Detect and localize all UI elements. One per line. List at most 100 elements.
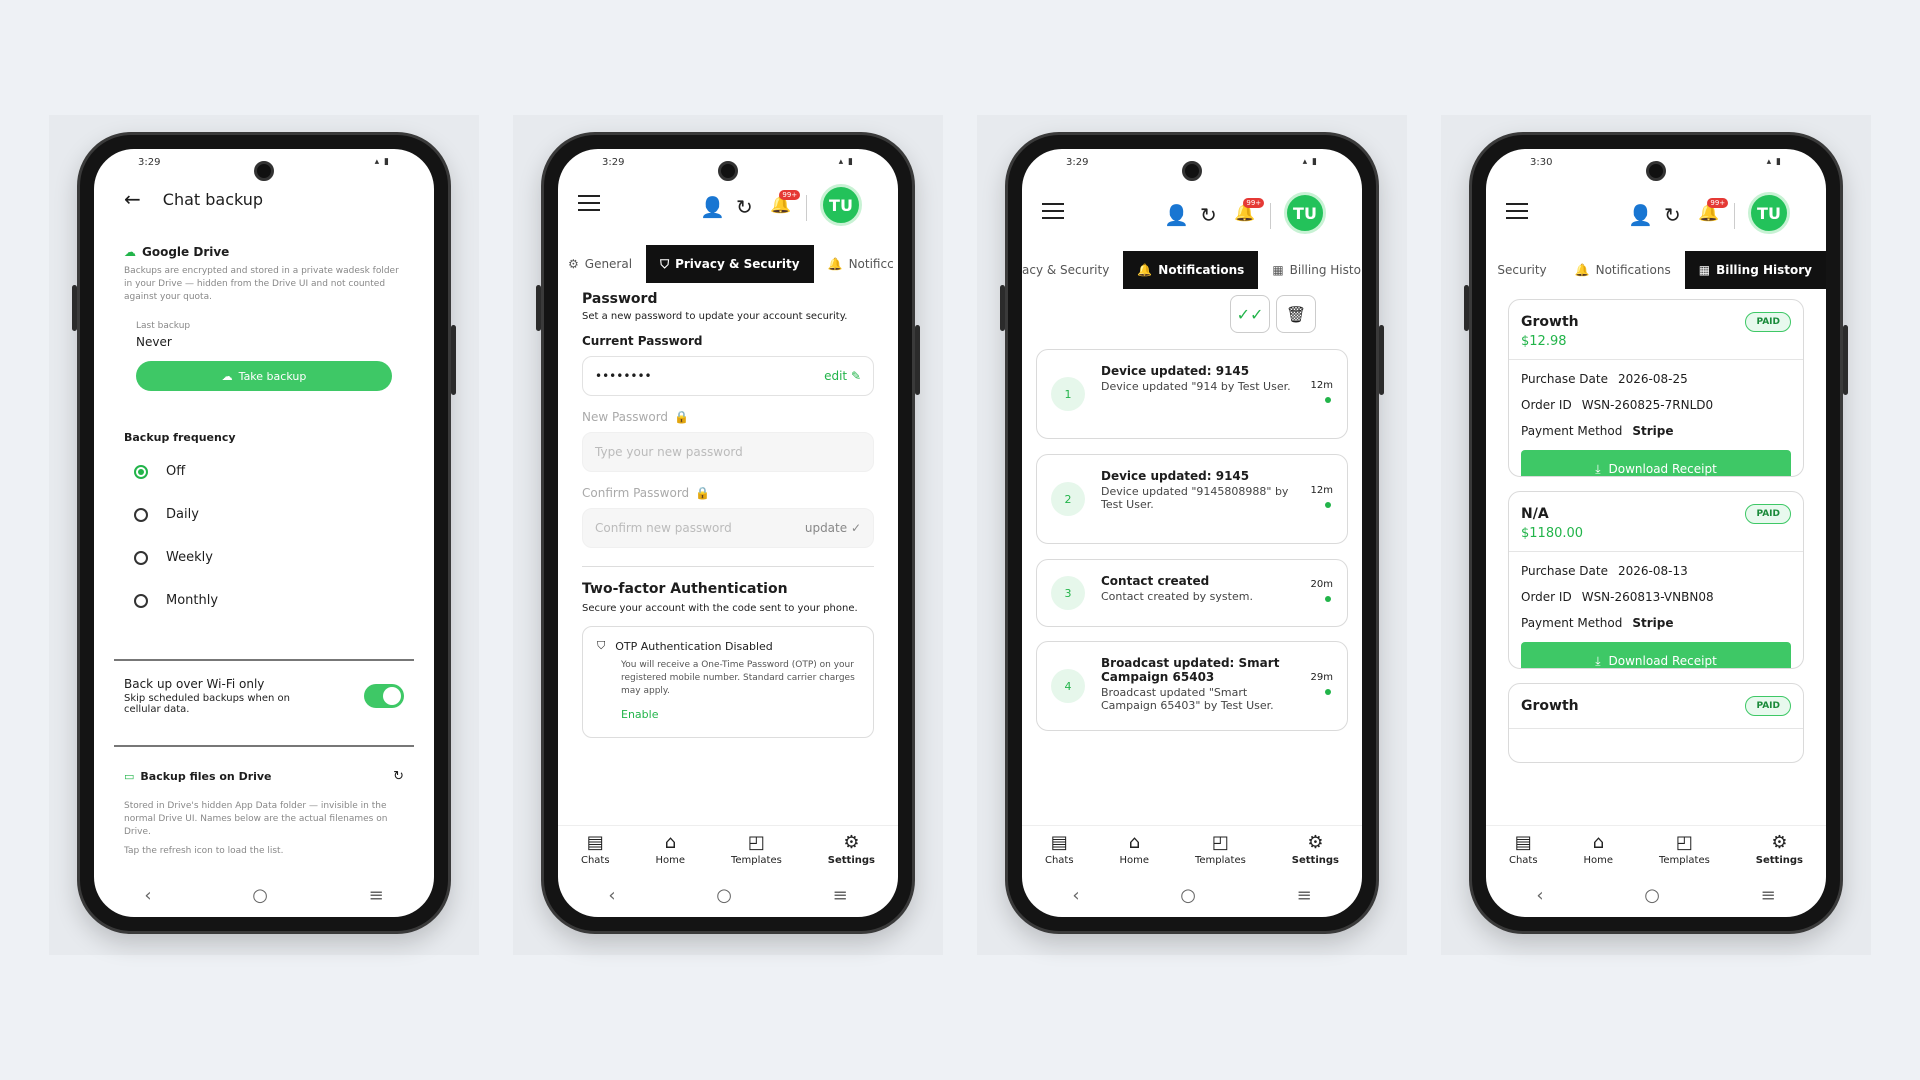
avatar[interactable]: TU bbox=[820, 184, 862, 226]
back-arrow-icon[interactable]: ← bbox=[124, 187, 141, 211]
notification-title: Contact created bbox=[1101, 574, 1210, 588]
current-password-field[interactable]: •••••••• edit ✎ bbox=[582, 356, 874, 396]
status-time: 3:30 bbox=[1530, 157, 1553, 168]
download-receipt-button[interactable]: ⤓ Download Receipt bbox=[1521, 642, 1791, 668]
sync-icon[interactable]: ↻ bbox=[736, 195, 753, 219]
nav-settings[interactable]: ⚙ Settings bbox=[828, 833, 875, 866]
receipt-icon: ▦ bbox=[1698, 263, 1711, 277]
hamburger-icon[interactable] bbox=[1042, 203, 1064, 219]
new-password-field[interactable]: Type your new password bbox=[582, 432, 874, 472]
enable-link[interactable]: Enable bbox=[597, 708, 859, 721]
frequency-option[interactable]: Off bbox=[124, 450, 404, 493]
hamburger-icon[interactable] bbox=[578, 195, 600, 211]
nav-settings[interactable]: ⚙ Settings bbox=[1292, 833, 1339, 866]
unread-dot bbox=[1325, 596, 1331, 602]
avatar[interactable]: TU bbox=[1748, 192, 1790, 234]
add-user-icon[interactable]: 👤 bbox=[700, 195, 725, 219]
notification-card[interactable]: 4 Broadcast updated: Smart Campaign 65403… bbox=[1036, 641, 1348, 731]
wifi-only-toggle[interactable] bbox=[364, 684, 404, 708]
nav-templates[interactable]: ◰ Templates bbox=[1195, 833, 1246, 866]
nav-settings[interactable]: ⚙ Settings bbox=[1756, 831, 1803, 866]
nav-chats[interactable]: ▤ Chats bbox=[1509, 833, 1538, 866]
home-nav-icon[interactable]: ○ bbox=[1644, 885, 1660, 906]
gear-icon: ⚙ bbox=[568, 257, 579, 271]
screen: 3:29 ▴ ▮ 👤 ↻ 🔔 99+ TU acy & Security 🔔 Not… bbox=[1022, 149, 1362, 917]
bell-icon[interactable]: 🔔 99+ bbox=[770, 190, 801, 215]
menu-nav-icon[interactable]: ≡ bbox=[833, 885, 848, 906]
nav-home[interactable]: ⌂ Home bbox=[1584, 833, 1614, 866]
notification-card[interactable]: 3 Contact created Contact created by syste… bbox=[1036, 559, 1348, 627]
update-button[interactable]: update ✓ bbox=[805, 521, 861, 535]
back-nav-icon[interactable]: ‹ bbox=[144, 885, 151, 906]
sync-icon[interactable]: ↻ bbox=[1664, 203, 1681, 227]
bell-icon: 🔔 bbox=[1574, 263, 1590, 277]
edit-button[interactable]: edit ✎ bbox=[824, 369, 861, 383]
phone-notifications: 3:29 ▴ ▮ 👤 ↻ 🔔 99+ TU acy & Security 🔔 Not… bbox=[1000, 132, 1384, 934]
tab-privacy-security[interactable]: ⛉ Privacy & Security bbox=[646, 245, 814, 283]
frequency-option[interactable]: Daily bbox=[124, 493, 404, 536]
radio-icon[interactable] bbox=[134, 507, 148, 522]
home-nav-icon[interactable]: ○ bbox=[716, 885, 732, 906]
tab-privacy-security[interactable]: acy & Security bbox=[1022, 251, 1123, 289]
settings-icon: ⚙ bbox=[1771, 831, 1788, 853]
status-badge: PAID bbox=[1745, 696, 1791, 716]
system-icons: ▴ ▮ bbox=[374, 157, 390, 167]
back-nav-icon[interactable]: ‹ bbox=[1536, 885, 1543, 906]
home-nav-icon[interactable]: ○ bbox=[252, 885, 268, 906]
tab-general[interactable]: ⚙ General bbox=[558, 245, 646, 283]
nav-home[interactable]: ⌂ Home bbox=[656, 833, 686, 866]
tab-billing-history[interactable]: ▦ Billing Histo bbox=[1258, 251, 1362, 289]
add-user-icon[interactable]: 👤 bbox=[1628, 203, 1653, 227]
refresh-icon[interactable]: ↻ bbox=[393, 769, 404, 784]
notification-time: 12m bbox=[1310, 485, 1333, 496]
tab-notifications[interactable]: 🔔 Notificc bbox=[814, 245, 898, 283]
shield-icon: ⛉ bbox=[660, 256, 670, 271]
bell-icon[interactable]: 🔔 99+ bbox=[1234, 198, 1265, 223]
home-nav-icon[interactable]: ○ bbox=[1180, 885, 1196, 906]
bell-icon[interactable]: 🔔 99+ bbox=[1698, 198, 1729, 223]
back-nav-icon[interactable]: ‹ bbox=[608, 885, 615, 906]
add-user-icon[interactable]: 👤 bbox=[1164, 203, 1189, 227]
notification-time-block: 29m bbox=[1311, 672, 1333, 695]
tab-label: Notifications bbox=[1158, 263, 1245, 277]
nav-templates[interactable]: ◰ Templates bbox=[1659, 833, 1710, 866]
tab-label: Privacy & Security bbox=[675, 257, 800, 271]
mark-all-read-button[interactable]: ✓✓ bbox=[1230, 295, 1270, 333]
download-receipt-button[interactable]: ⤓ Download Receipt bbox=[1521, 450, 1791, 476]
back-nav-icon[interactable]: ‹ bbox=[1072, 885, 1079, 906]
delete-all-button[interactable]: 🗑 bbox=[1276, 295, 1316, 333]
radio-icon[interactable] bbox=[134, 593, 148, 608]
divider bbox=[114, 659, 414, 661]
nav-chats[interactable]: ▤ Chats bbox=[581, 833, 610, 866]
bell-icon: 🔔 bbox=[1137, 263, 1153, 277]
tab-billing-history[interactable]: ▦ Billing History bbox=[1684, 251, 1826, 289]
nav-home[interactable]: ⌂ Home bbox=[1120, 833, 1150, 866]
radio-icon[interactable] bbox=[134, 464, 148, 479]
top-bar: 👤 ↻ 🔔 99+ TU bbox=[558, 179, 898, 235]
menu-nav-icon[interactable]: ≡ bbox=[1297, 885, 1312, 906]
hamburger-icon[interactable] bbox=[1506, 203, 1528, 219]
take-backup-button[interactable]: ☁ Take backup bbox=[136, 361, 392, 391]
notification-body: Broadcast updated "Smart Campaign 65403"… bbox=[1101, 686, 1274, 712]
notification-card[interactable]: 2 Device updated: 9145 Device updated "914… bbox=[1036, 454, 1348, 544]
frequency-option[interactable]: Weekly bbox=[124, 536, 404, 579]
unread-dot bbox=[1325, 397, 1331, 403]
lock-icon: 🔒 bbox=[695, 486, 711, 500]
sync-icon[interactable]: ↻ bbox=[1200, 203, 1217, 227]
payment-method-row: Payment Method Stripe bbox=[1509, 418, 1803, 444]
menu-nav-icon[interactable]: ≡ bbox=[369, 885, 384, 906]
frequency-option[interactable]: Monthly bbox=[124, 579, 404, 622]
plan-amount: $1180.00 bbox=[1521, 526, 1584, 541]
tab-privacy-security[interactable]: Security bbox=[1493, 251, 1560, 289]
radio-icon[interactable] bbox=[134, 550, 148, 565]
tab-notifications[interactable]: 🔔 Notifications bbox=[1123, 251, 1259, 289]
avatar[interactable]: TU bbox=[1284, 192, 1326, 234]
tab-notifications[interactable]: 🔔 Notifications bbox=[1561, 251, 1685, 289]
notification-card[interactable]: 1 Device updated: 9145 Device updated "914… bbox=[1036, 349, 1348, 439]
notification-title: Broadcast updated: Smart Campaign 65403 bbox=[1101, 656, 1280, 684]
nav-label: Templates bbox=[1659, 854, 1710, 866]
nav-chats[interactable]: ▤ Chats bbox=[1045, 833, 1074, 866]
menu-nav-icon[interactable]: ≡ bbox=[1761, 885, 1776, 906]
nav-templates[interactable]: ◰ Templates bbox=[731, 833, 782, 866]
confirm-password-field[interactable]: Confirm new password update ✓ bbox=[582, 508, 874, 548]
